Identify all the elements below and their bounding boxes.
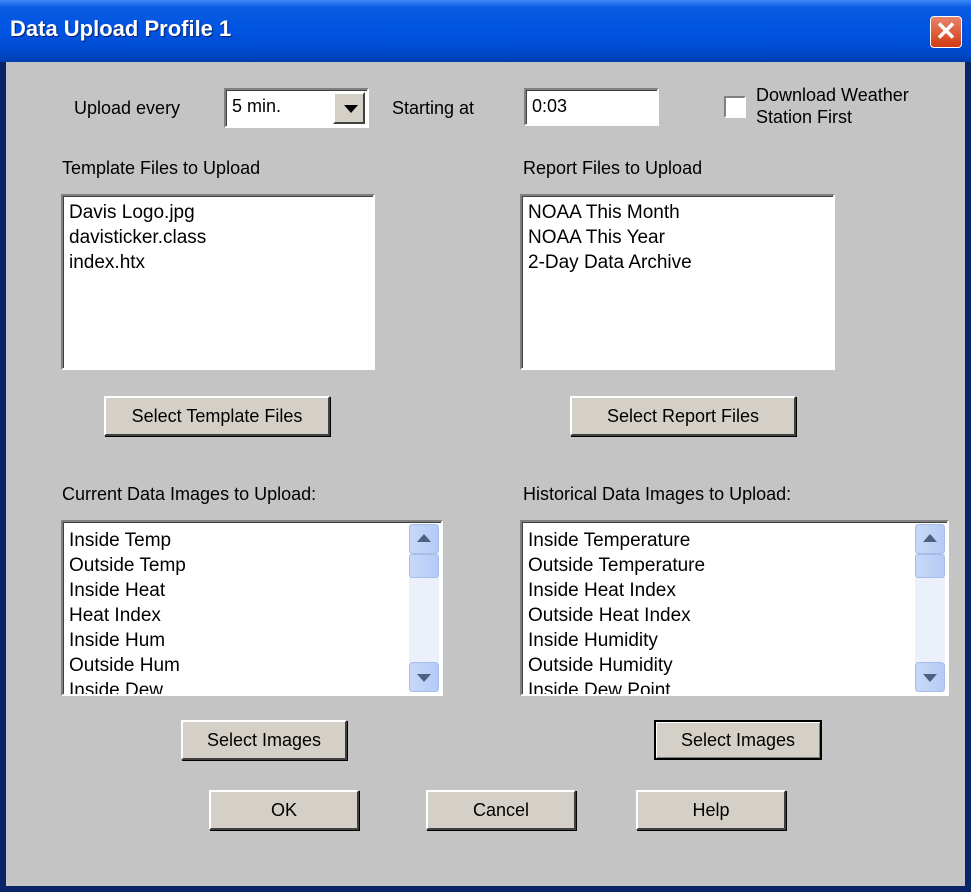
report-files-list[interactable]: NOAA This Month NOAA This Year 2-Day Dat… [520, 194, 835, 370]
current-images-list[interactable]: Inside Temp Outside Temp Inside Heat Hea… [61, 520, 443, 696]
scroll-up-icon[interactable] [915, 524, 945, 554]
current-images-scrollbar[interactable] [409, 524, 439, 692]
list-item[interactable]: Heat Index [69, 603, 186, 628]
list-item[interactable]: Outside Heat Index [528, 603, 705, 628]
start-time-input[interactable]: 0:03 [524, 88, 659, 126]
template-files-list[interactable]: Davis Logo.jpg davisticker.class index.h… [61, 194, 375, 370]
historical-images-label: Historical Data Images to Upload: [523, 484, 792, 504]
window-title: Data Upload Profile 1 [10, 16, 232, 41]
select-current-images-button[interactable]: Select Images [181, 720, 347, 760]
ok-button[interactable]: OK [209, 790, 359, 830]
scroll-thumb[interactable] [409, 554, 439, 578]
report-files-label: Report Files to Upload [523, 158, 703, 178]
list-item[interactable]: Inside Humidity [528, 628, 705, 653]
template-files-label: Template Files to Upload [62, 158, 261, 178]
select-historical-images-button[interactable]: Select Images [654, 720, 822, 760]
list-item[interactable]: Inside Heat [69, 578, 186, 603]
list-item[interactable]: Outside Temp [69, 553, 186, 578]
title-bar[interactable]: Data Upload Profile 1 ✕ [0, 0, 971, 62]
help-button[interactable]: Help [636, 790, 786, 830]
list-item[interactable]: Inside Temperature [528, 528, 705, 553]
historical-images-scrollbar[interactable] [915, 524, 945, 692]
list-item[interactable]: Outside Humidity [528, 653, 705, 678]
close-button[interactable]: ✕ [930, 16, 962, 48]
list-item[interactable]: Davis Logo.jpg [69, 200, 206, 225]
list-item[interactable]: Inside Heat Index [528, 578, 705, 603]
list-item[interactable]: Inside Dew Point [528, 678, 705, 694]
historical-images-list[interactable]: Inside Temperature Outside Temperature I… [520, 520, 949, 696]
select-report-files-button[interactable]: Select Report Files [570, 396, 796, 436]
download-first-label-line2: Station First [756, 107, 853, 127]
list-item[interactable]: NOAA This Month [528, 200, 692, 225]
upload-every-label: Upload every [74, 98, 181, 118]
download-first-checkbox[interactable] [724, 96, 746, 118]
dialog-body: Upload every 5 min. Starting at 0:03 Dow… [6, 62, 965, 886]
list-item[interactable]: Inside Dew [69, 678, 186, 694]
list-item[interactable]: index.htx [69, 250, 206, 275]
start-time-value: 0:03 [532, 96, 568, 116]
close-icon: ✕ [935, 16, 957, 46]
scroll-down-icon[interactable] [409, 662, 439, 692]
upload-interval-dropdown[interactable]: 5 min. [224, 88, 369, 128]
list-item[interactable]: Inside Hum [69, 628, 186, 653]
cancel-button[interactable]: Cancel [426, 790, 576, 830]
list-item[interactable]: NOAA This Year [528, 225, 692, 250]
download-first-label-line1: Download Weather [756, 85, 909, 105]
chevron-down-icon[interactable] [333, 92, 365, 124]
scroll-up-icon[interactable] [409, 524, 439, 554]
list-item[interactable]: Outside Hum [69, 653, 186, 678]
upload-interval-value: 5 min. [232, 96, 282, 116]
current-images-label: Current Data Images to Upload: [62, 484, 317, 504]
scroll-down-icon[interactable] [915, 662, 945, 692]
starting-at-label: Starting at [392, 98, 475, 118]
list-item[interactable]: Inside Temp [69, 528, 186, 553]
list-item[interactable]: 2-Day Data Archive [528, 250, 692, 275]
dialog-window: Data Upload Profile 1 ✕ Upload every 5 m… [0, 0, 971, 892]
list-item[interactable]: Outside Temperature [528, 553, 705, 578]
select-template-files-button[interactable]: Select Template Files [104, 396, 330, 436]
list-item[interactable]: davisticker.class [69, 225, 206, 250]
scroll-thumb[interactable] [915, 554, 945, 578]
